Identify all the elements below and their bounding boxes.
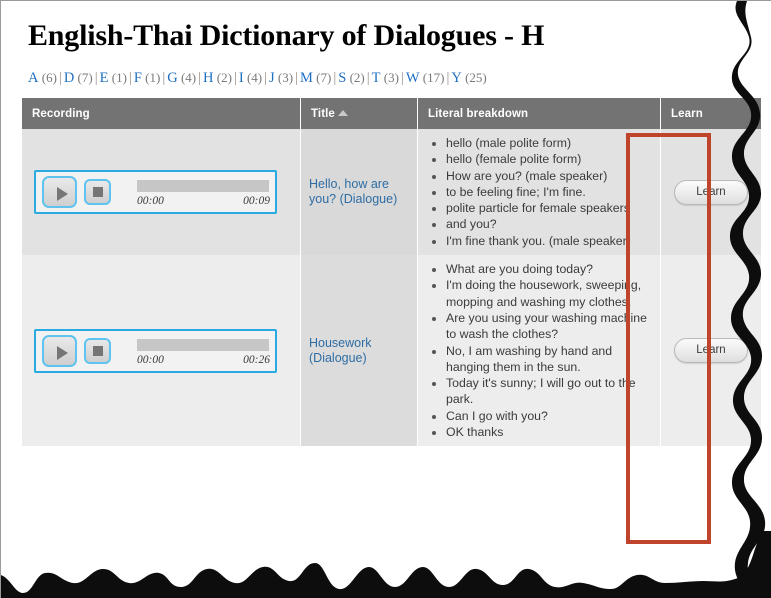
alphabet-nav-count-s: (2) — [346, 70, 365, 85]
alphabet-nav-separator: | — [295, 70, 298, 86]
literal-breakdown-item: hello (female polite form) — [446, 151, 654, 167]
recording-cell: 00:00 00:26 — [22, 255, 301, 447]
alphabet-nav-count-e: (1) — [108, 70, 127, 85]
audio-player-wrapper: 00:00 00:26 — [22, 319, 300, 383]
literal-breakdown-item: and you? — [446, 216, 654, 232]
literal-breakdown-item: hello (male polite form) — [446, 135, 654, 151]
column-header-literal-breakdown-label: Literal breakdown — [428, 107, 529, 120]
literal-breakdown-item: Are you using your washing machine to wa… — [446, 310, 654, 343]
audio-player[interactable]: 00:00 00:09 — [34, 170, 277, 215]
table-row: 00:00 00:09 Hello, how are you? (Dialogu… — [22, 129, 761, 256]
alphabet-nav-separator: | — [198, 70, 202, 86]
recording-cell: 00:00 00:09 — [22, 129, 301, 256]
column-header-learn-label: Learn — [671, 107, 703, 120]
title-cell: Housework (Dialogue) — [300, 255, 418, 447]
alphabet-nav-separator: | — [58, 70, 62, 86]
table-row: 00:00 00:26 Housework (Dialogue) What ar… — [22, 255, 761, 447]
alphabet-nav-link-m[interactable]: M — [300, 70, 313, 86]
table-header-row: Recording Title Literal breakdown Learn — [22, 98, 761, 129]
alphabet-nav-count-m: (7) — [312, 70, 332, 85]
literal-breakdown-item: How are you? (male speaker) — [446, 168, 654, 184]
progress-bar[interactable] — [137, 180, 269, 193]
alphabet-nav-count-f: (1) — [141, 70, 161, 85]
alphabet-nav-separator: | — [128, 70, 132, 86]
dictionary-table: Recording Title Literal breakdown Learn … — [22, 98, 761, 447]
stop-button[interactable] — [84, 179, 111, 206]
literal-breakdown-list: hello (male polite form)hello (female po… — [420, 135, 654, 249]
literal-breakdown-wrapper: hello (male polite form)hello (female po… — [418, 129, 660, 255]
alphabet-nav-count-a: (6) — [38, 70, 57, 85]
stop-icon — [93, 187, 103, 198]
alphabet-nav-separator: | — [264, 70, 268, 86]
alphabet-nav-count-g: (4) — [177, 70, 197, 85]
alphabet-nav-link-y[interactable]: Y — [451, 70, 461, 86]
literal-breakdown-cell: hello (male polite form)hello (female po… — [417, 129, 661, 256]
alphabet-nav-link-a[interactable]: A — [28, 70, 38, 86]
torn-edge-bottom-icon — [1, 531, 771, 598]
play-button[interactable] — [42, 334, 77, 367]
triangle-up-icon — [337, 109, 348, 116]
learn-button[interactable]: Learn — [674, 338, 748, 364]
alphabet-nav-link-f[interactable]: F — [134, 70, 142, 86]
alphabet-nav-separator: | — [366, 70, 370, 86]
alphabet-nav-count-h: (2) — [213, 70, 232, 85]
column-header-recording-label: Recording — [32, 107, 90, 120]
title-link[interactable]: Housework (Dialogue) — [309, 336, 372, 365]
stop-button[interactable] — [84, 337, 111, 364]
learn-button[interactable]: Learn — [674, 179, 748, 205]
alphabet-nav-count-t: (3) — [380, 70, 399, 85]
time-display: 00:00 00:09 — [137, 195, 270, 207]
page-title: English-Thai Dictionary of Dialogues - H — [28, 19, 545, 52]
learn-cell: Learn — [660, 129, 761, 256]
alphabet-nav-count-j: (3) — [274, 70, 294, 85]
literal-breakdown-item: I'm fine thank you. (male speaker) — [446, 233, 654, 249]
column-header-literal-breakdown[interactable]: Literal breakdown — [417, 98, 661, 129]
alphabet-nav-count-y: (25) — [461, 70, 487, 85]
alphabet-nav-link-g[interactable]: G — [167, 70, 177, 86]
column-header-title[interactable]: Title — [300, 98, 418, 129]
alphabet-nav-link-w[interactable]: W — [406, 70, 420, 86]
time-total: 00:09 — [243, 195, 270, 208]
time-total: 00:26 — [243, 353, 270, 366]
literal-breakdown-list: What are you doing today?I'm doing the h… — [420, 261, 654, 440]
alphabet-nav-separator: | — [400, 70, 404, 86]
literal-breakdown-item: What are you doing today? — [446, 261, 654, 277]
literal-breakdown-item: I'm doing the housework, sweeping, moppi… — [446, 277, 654, 310]
literal-breakdown-item: No, I am washing by hand and hanging the… — [446, 343, 654, 376]
table-body: 00:00 00:09 Hello, how are you? (Dialogu… — [22, 129, 761, 447]
literal-breakdown-cell: What are you doing today?I'm doing the h… — [417, 255, 661, 447]
page-root: English-Thai Dictionary of Dialogues - H… — [0, 0, 771, 598]
literal-breakdown-wrapper: What are you doing today?I'm doing the h… — [418, 255, 660, 446]
play-button[interactable] — [42, 176, 77, 209]
alphabet-nav-separator: | — [94, 70, 98, 86]
audio-player-wrapper: 00:00 00:09 — [22, 160, 300, 224]
alphabet-nav-separator: | — [233, 70, 237, 86]
literal-breakdown-item: to be feeling fine; I'm fine. — [446, 184, 654, 200]
title-cell: Hello, how are you? (Dialogue) — [300, 129, 418, 256]
literal-breakdown-item: polite particle for female speakers — [446, 200, 654, 216]
literal-breakdown-item: OK thanks — [446, 424, 654, 440]
column-header-recording[interactable]: Recording — [22, 98, 301, 129]
alphabet-nav-link-t[interactable]: T — [372, 70, 381, 86]
time-current: 00:00 — [137, 353, 164, 366]
play-icon — [57, 345, 68, 360]
column-header-title-label: Title — [311, 107, 335, 120]
literal-breakdown-item: Can I go with you? — [446, 408, 654, 424]
title-link[interactable]: Hello, how are you? (Dialogue) — [309, 177, 397, 206]
progress-bar[interactable] — [137, 338, 269, 351]
time-display: 00:00 00:26 — [137, 354, 270, 366]
alphabet-nav: A (6) | D (7) | E (1) | F (1) | G (4) | H (2) | I (4… — [28, 70, 487, 86]
alphabet-nav-count-d: (7) — [74, 70, 93, 85]
time-current: 00:00 — [137, 195, 164, 208]
alphabet-nav-count-i: (4) — [243, 70, 263, 85]
literal-breakdown-item: Today it's sunny; I will go out to the p… — [446, 375, 654, 408]
audio-player[interactable]: 00:00 00:26 — [34, 328, 277, 373]
alphabet-nav-count-w: (17) — [419, 70, 445, 85]
learn-cell: Learn — [660, 255, 761, 447]
play-icon — [57, 187, 68, 202]
alphabet-nav-link-d[interactable]: D — [64, 70, 74, 86]
column-header-learn[interactable]: Learn — [660, 98, 761, 129]
alphabet-nav-link-h[interactable]: H — [203, 70, 213, 86]
stop-icon — [93, 345, 103, 356]
